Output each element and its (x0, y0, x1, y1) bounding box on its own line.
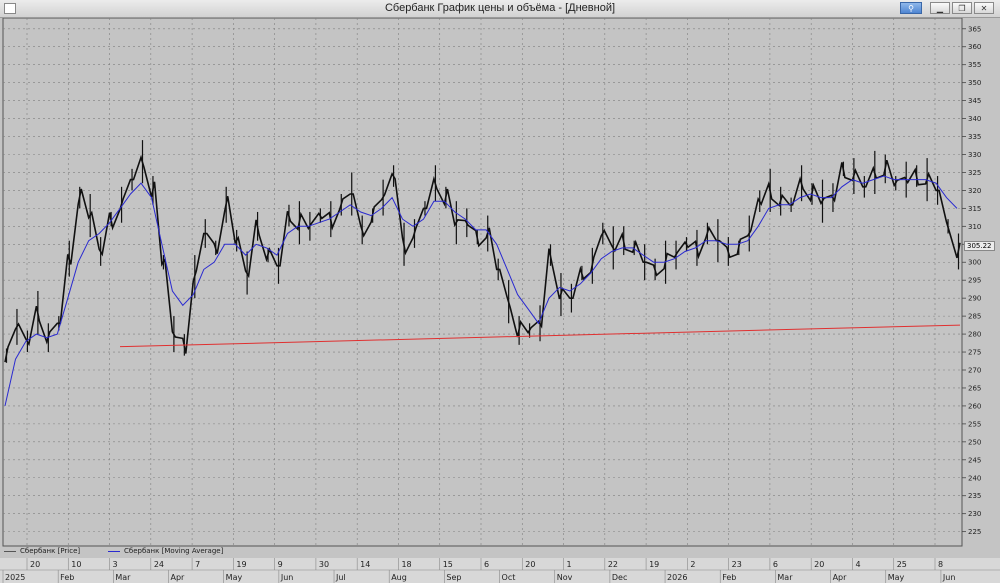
y-tick-label: 310 (968, 223, 981, 231)
x-day-label: 22 (608, 560, 618, 569)
y-tick-label: 330 (968, 151, 981, 159)
x-month-label: Jun (280, 573, 294, 582)
pin-icon: ⚲ (908, 4, 914, 13)
x-day-label: 1 (567, 560, 572, 569)
y-tick-label: 225 (968, 528, 981, 536)
x-month-label: Feb (722, 573, 736, 582)
y-tick-label: 290 (968, 295, 981, 303)
x-month-label: Mar (777, 573, 793, 582)
restore-icon: ❐ (958, 4, 966, 13)
y-tick-label: 245 (968, 456, 981, 464)
y-tick-label: 325 (968, 169, 981, 177)
y-tick-label: 320 (968, 187, 981, 195)
x-day-label: 7 (195, 560, 200, 569)
x-day-label: 20 (525, 560, 535, 569)
y-tick-label: 300 (968, 259, 981, 267)
x-month-label: Mar (115, 573, 131, 582)
x-month-label: Apr (833, 573, 848, 582)
y-tick-label: 255 (968, 420, 981, 428)
y-tick-label: 235 (968, 492, 981, 500)
x-month-label: Oct (502, 573, 516, 582)
y-tick-label: 355 (968, 61, 981, 69)
legend-swatch-moving-average (108, 550, 120, 552)
x-day-label: 4 (855, 560, 860, 569)
x-day-label: 6 (484, 560, 489, 569)
legend-item-moving-average: Сбербанк [Moving Average] (108, 547, 223, 555)
x-day-label: 18 (401, 560, 411, 569)
minimize-icon: ▁ (936, 4, 944, 13)
x-day-label: 15 (443, 560, 453, 569)
x-day-label: 9 (278, 560, 283, 569)
legend-label-moving-average: Сбербанк [Moving Average] (124, 547, 224, 555)
x-day-label: 19 (236, 560, 246, 569)
price-chart[interactable]: 2252302352402452502552602652702752802852… (0, 18, 1000, 583)
x-day-label: 3 (113, 560, 118, 569)
x-day-label: 2 (690, 560, 695, 569)
x-day-label: 20 (814, 560, 824, 569)
x-month-label: Jul (335, 573, 346, 582)
x-month-label: Jun (942, 573, 956, 582)
restore-button[interactable]: ❐ (952, 2, 972, 14)
minimize-button[interactable]: ▁ (930, 2, 950, 14)
y-tick-label: 360 (968, 43, 981, 51)
x-month-label: Nov (557, 573, 573, 582)
window-title: Сбербанк График цены и объёма - [Дневной… (384, 2, 616, 14)
y-tick-label: 345 (968, 97, 981, 105)
close-button[interactable]: ✕ (974, 2, 994, 14)
x-month-label: Feb (60, 573, 74, 582)
y-tick-label: 250 (968, 438, 981, 446)
x-month-label: Sep (446, 573, 461, 582)
x-day-label: 30 (319, 560, 329, 569)
y-tick-label: 365 (968, 25, 981, 33)
x-day-label: 8 (938, 560, 943, 569)
close-icon: ✕ (980, 4, 988, 13)
y-tick-label: 230 (968, 510, 981, 518)
x-day-label: 23 (732, 560, 742, 569)
x-axis-strip (0, 558, 1000, 583)
y-tick-label: 295 (968, 277, 981, 285)
plot-area (2, 18, 963, 547)
last-price-badge: 305.22 (964, 241, 995, 251)
x-month-label: Apr (171, 573, 186, 582)
window-titlebar[interactable]: Сбербанк График цены и объёма - [Дневной… (0, 0, 1000, 18)
y-tick-label: 275 (968, 349, 981, 357)
x-day-label: 6 (773, 560, 778, 569)
y-tick-label: 265 (968, 384, 981, 392)
y-tick-label: 335 (968, 133, 981, 141)
y-tick-label: 350 (968, 79, 981, 87)
x-day-label: 19 (649, 560, 659, 569)
y-tick-label: 285 (968, 313, 981, 321)
x-day-label: 20 (30, 560, 40, 569)
x-day-label: 24 (154, 560, 164, 569)
y-tick-label: 315 (968, 205, 981, 213)
y-tick-label: 340 (968, 115, 981, 123)
y-tick-label: 240 (968, 474, 981, 482)
x-day-label: 10 (71, 560, 81, 569)
legend-item-price: Сбербанк [Price] (4, 547, 80, 555)
x-month-label: Dec (612, 573, 627, 582)
x-month-label: 2025 (5, 573, 25, 582)
y-tick-label: 270 (968, 367, 981, 375)
y-tick-label: 280 (968, 331, 981, 339)
y-tick-label: 260 (968, 402, 981, 410)
legend-swatch-price (4, 550, 16, 552)
x-month-label: May (226, 573, 243, 582)
legend-label-price: Сбербанк [Price] (20, 547, 81, 555)
x-month-label: 2026 (667, 573, 687, 582)
x-month-label: Aug (391, 573, 407, 582)
x-month-label: May (888, 573, 905, 582)
x-day-label: 14 (360, 560, 370, 569)
pin-button[interactable]: ⚲ (900, 2, 922, 14)
x-day-label: 25 (897, 560, 907, 569)
